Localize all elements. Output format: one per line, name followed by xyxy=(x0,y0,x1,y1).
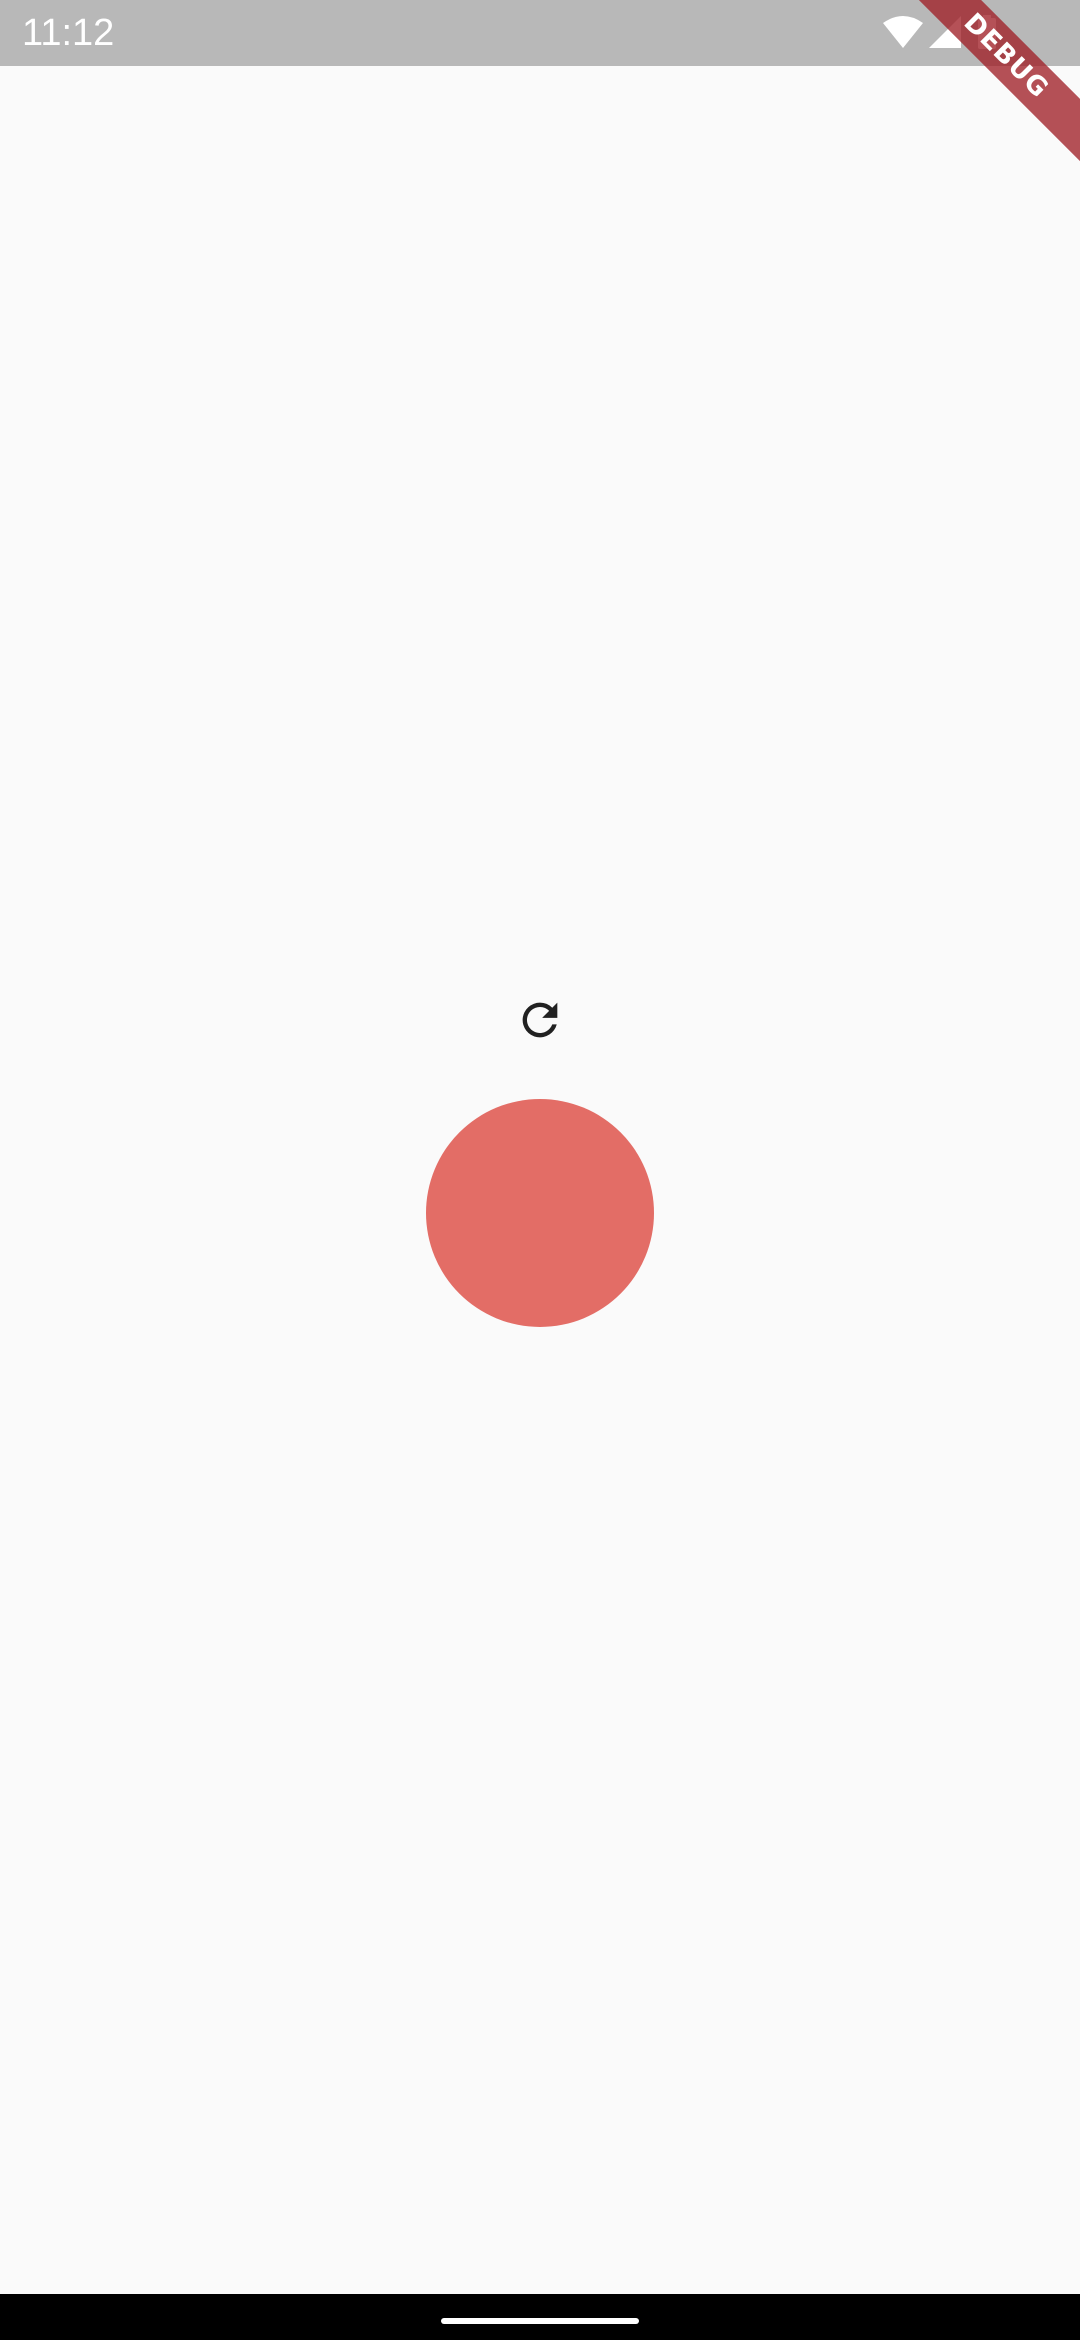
wifi-icon xyxy=(883,16,923,48)
main-content xyxy=(0,66,1080,2294)
navigation-bar xyxy=(0,2294,1080,2340)
status-time: 11:12 xyxy=(22,12,115,54)
status-bar: 11:12 xyxy=(0,0,1080,66)
red-circle[interactable] xyxy=(426,1099,654,1327)
app-screen: 11:12 DEBUG xyxy=(0,0,1080,2340)
signal-icon xyxy=(929,16,961,48)
refresh-icon xyxy=(522,1002,558,1038)
home-indicator[interactable] xyxy=(441,2318,639,2324)
refresh-button[interactable] xyxy=(504,984,576,1056)
battery-icon xyxy=(978,15,996,49)
